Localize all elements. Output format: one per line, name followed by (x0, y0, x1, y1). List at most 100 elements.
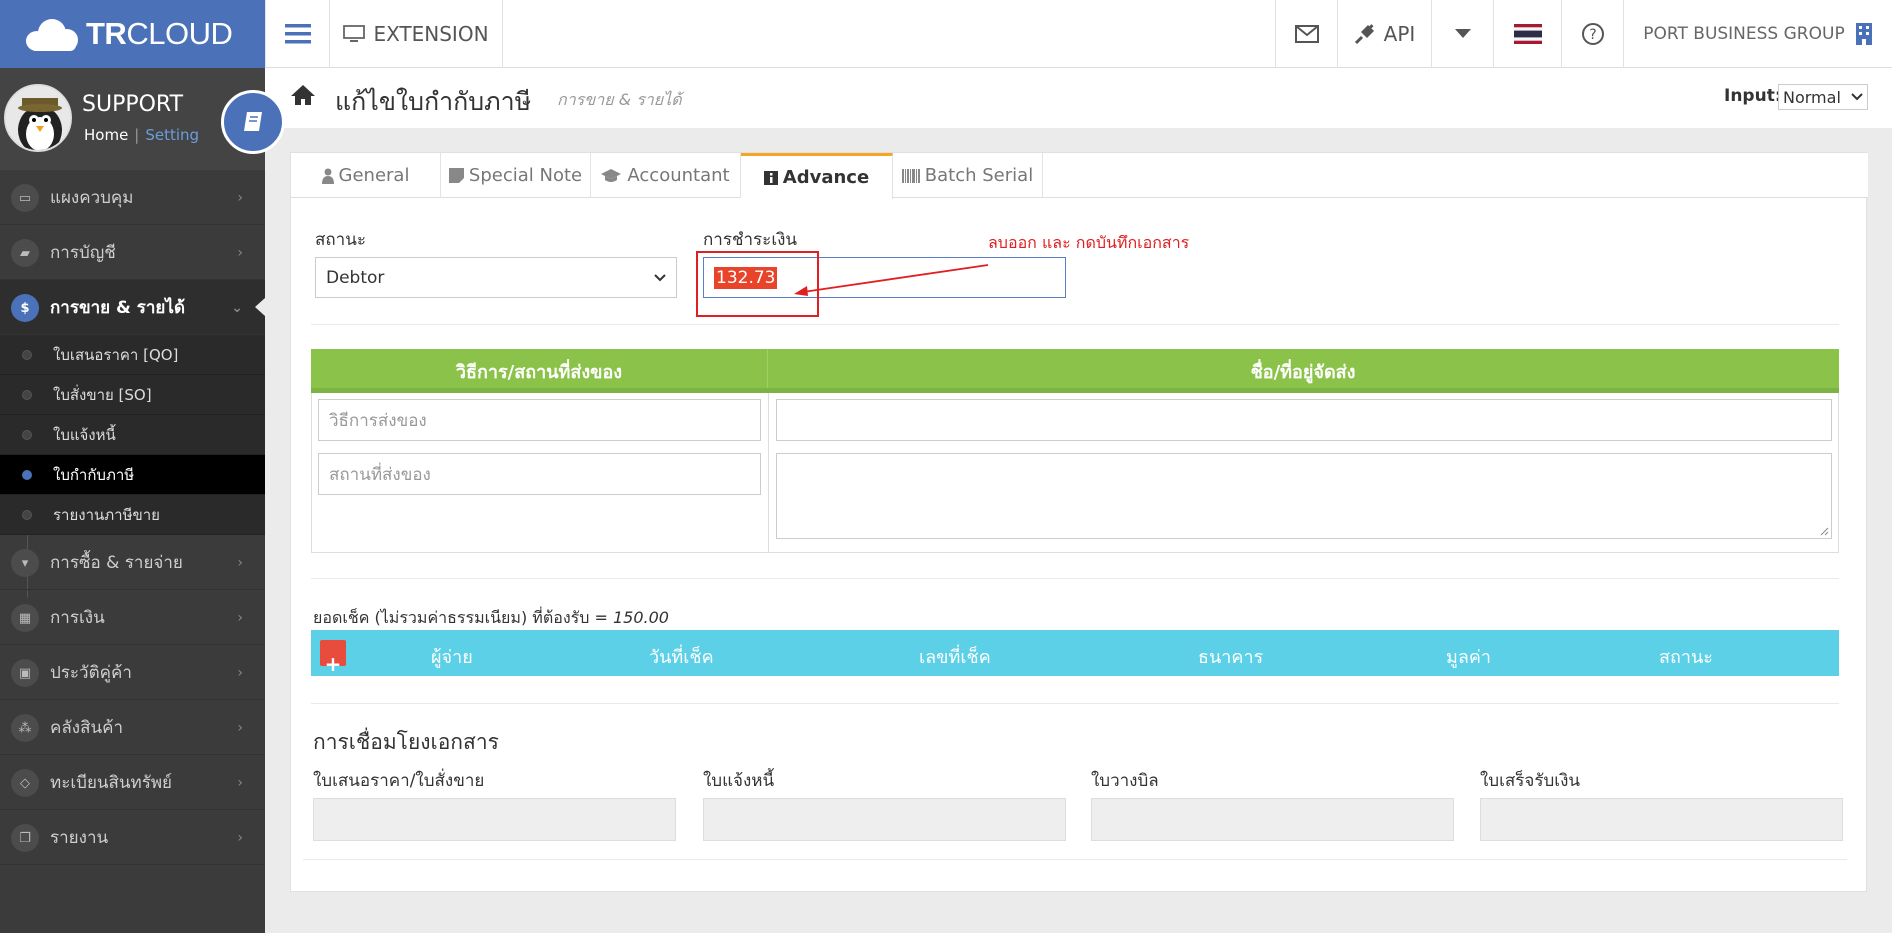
home-icon[interactable] (290, 84, 316, 106)
sidebar-item-finance[interactable]: ▦ การเงิน › (0, 590, 265, 645)
book-icon: ▰ (11, 239, 39, 267)
api-button[interactable]: API (1337, 0, 1431, 68)
contact-icon: ▣ (11, 659, 39, 687)
link-label-invoice: ใบแจ้งหนี้ (703, 771, 775, 791)
tab-label: Advance (782, 167, 870, 188)
chevron-right-icon: › (237, 190, 243, 206)
extension-button[interactable]: EXTENSION (329, 0, 503, 68)
status-select[interactable]: Debtor (315, 257, 677, 298)
diamond-icon: ◇ (11, 769, 39, 797)
link-label-quotation: ใบเสนอราคา/ใบสั่งขาย (313, 771, 485, 791)
sidebar-item-label: ทะเบียนสินทรัพย์ (50, 772, 173, 793)
note-icon (448, 168, 464, 183)
input-mode-select[interactable]: Normal (1778, 84, 1868, 110)
help-button[interactable]: ? (1561, 0, 1623, 68)
report-icon: ❐ (11, 824, 39, 852)
sidebar-subitem-quotation[interactable]: ใบเสนอราคา [QO] (0, 335, 265, 375)
divider (311, 703, 1839, 704)
sidebar-item-label: การเงิน (50, 607, 105, 628)
add-cheque-button[interactable]: + (320, 640, 346, 676)
subitem-label: ใบกำกับภาษี (53, 465, 135, 484)
company-selector[interactable]: PORT BUSINESS GROUP (1623, 0, 1892, 68)
extension-label: EXTENSION (373, 22, 489, 46)
profile-links: Home | Setting (84, 126, 199, 144)
mail-button[interactable] (1275, 0, 1337, 68)
recipient-name-input[interactable] (776, 399, 1832, 441)
tab-label: General (338, 165, 410, 186)
annotation-text: ลบออก และ กดบันทึกเอกสาร (988, 233, 1190, 252)
chevron-right-icon: › (237, 610, 243, 626)
question-circle-icon: ? (1581, 23, 1604, 45)
sidebar-item-reports[interactable]: ❐ รายงาน › (0, 810, 265, 865)
plus-icon: + (324, 652, 342, 676)
hamburger-icon (284, 24, 311, 44)
bullet-icon (22, 350, 32, 360)
cheque-summary-value: 150.00 (613, 608, 669, 627)
shipping-body: วิธีการส่งของ สถานที่ส่งของ (311, 393, 1839, 553)
brand-text: TRCLOUD (86, 16, 233, 51)
tab-general[interactable]: General (291, 153, 441, 198)
hamburger-menu-button[interactable] (265, 0, 329, 68)
subitem-label: ใบสั่งขาย [SO] (53, 385, 152, 404)
sidebar-item-dashboard[interactable]: ▭ แผงควบคุม › (0, 170, 265, 225)
plug-icon (1354, 24, 1374, 45)
tab-advance[interactable]: Advance (741, 153, 893, 199)
sidebar-item-label: รายงาน (50, 827, 109, 848)
sidebar-item-sales[interactable]: $ การขาย & รายได้ ⌄ (0, 280, 265, 335)
cheque-col-payer: ผู้จ่าย (431, 647, 473, 668)
user-icon (321, 168, 334, 184)
shipping-address-textarea[interactable] (776, 453, 1832, 539)
tab-accountant[interactable]: Accountant (591, 153, 741, 198)
cheque-col-bank: ธนาคาร (1198, 647, 1264, 668)
cloud-icon (22, 17, 80, 51)
sidebar-item-assets[interactable]: ◇ ทะเบียนสินทรัพย์ › (0, 755, 265, 810)
sidebar-item-label: การซื้อ & รายจ่าย (50, 552, 183, 573)
resize-handle-icon[interactable] (1819, 526, 1829, 536)
sidebar-item-purchases[interactable]: ▾ การซื้อ & รายจ่าย › (0, 535, 265, 590)
sidebar-item-contacts[interactable]: ▣ ประวัติคู่ค้า › (0, 645, 265, 700)
home-link[interactable]: Home (84, 126, 128, 144)
tab-special-note[interactable]: Special Note (441, 153, 591, 198)
chevron-right-icon: › (237, 830, 243, 846)
sidebar-subitem-sales-tax-report[interactable]: รายงานภาษีขาย (0, 495, 265, 535)
bullet-icon (22, 430, 32, 440)
tab-bar: General Special Note Accountant Advance … (291, 153, 1868, 199)
svg-text:?: ? (1589, 27, 1596, 43)
linked-receipt-field (1480, 798, 1843, 841)
tab-label: Special Note (468, 165, 583, 186)
link-label-billing: ใบวางบิล (1091, 771, 1159, 791)
input-mode-value: Normal (1783, 87, 1841, 107)
manual-button[interactable] (221, 90, 285, 154)
sidebar-item-label: คลังสินค้า (50, 717, 124, 738)
sidebar-subitem-invoice[interactable]: ใบแจ้งหนี้ (0, 415, 265, 455)
document-links-title: การเชื่อมโยงเอกสาร (313, 730, 499, 754)
page-title: แก้ไขใบกำกับภาษี (335, 87, 532, 116)
shipping-place-input[interactable]: สถานที่ส่งของ (318, 453, 761, 495)
tab-label: Accountant (627, 165, 730, 186)
input-mode-label: Input: (1724, 86, 1782, 106)
brand-logo[interactable]: TRCLOUD (0, 0, 265, 68)
link-label-receipt: ใบเสร็จรับเงิน (1480, 771, 1581, 791)
setting-link[interactable]: Setting (145, 126, 199, 144)
sidebar-item-label: ประวัติคู่ค้า (50, 662, 132, 683)
profile-name: SUPPORT (82, 92, 184, 117)
sidebar-item-inventory[interactable]: ⁂ คลังสินค้า › (0, 700, 265, 755)
shipping-method-input[interactable]: วิธีการส่งของ (318, 399, 761, 441)
cart-icon: ▾ (11, 549, 39, 577)
sidebar-subitem-tax-invoice[interactable]: ใบกำกับภาษี (0, 455, 265, 495)
sidebar-item-accounting[interactable]: ▰ การบัญชี › (0, 225, 265, 280)
shipping-col2-header: ชื่อ/ที่อยู่จัดส่ง (1250, 362, 1356, 383)
page-header: แก้ไขใบกำกับภาษี การขาย & รายได้ (265, 68, 1892, 128)
subitem-label: ใบแจ้งหนี้ (53, 425, 116, 444)
bullet-icon (22, 470, 32, 480)
avatar[interactable] (4, 84, 72, 152)
sidebar-subitem-sales-order[interactable]: ใบสั่งขาย [SO] (0, 375, 265, 415)
chevron-right-icon: › (237, 665, 243, 681)
dropdown-button[interactable] (1431, 0, 1493, 68)
language-button[interactable] (1493, 0, 1561, 68)
graduation-cap-icon (601, 168, 622, 182)
building-icon (1855, 23, 1872, 45)
active-pointer-icon (255, 298, 265, 316)
tab-batch-serial[interactable]: Batch Serial (893, 153, 1043, 198)
shipping-header: วิธีการ/สถานที่ส่งของ ชื่อ/ที่อยู่จัดส่ง (311, 349, 1839, 393)
